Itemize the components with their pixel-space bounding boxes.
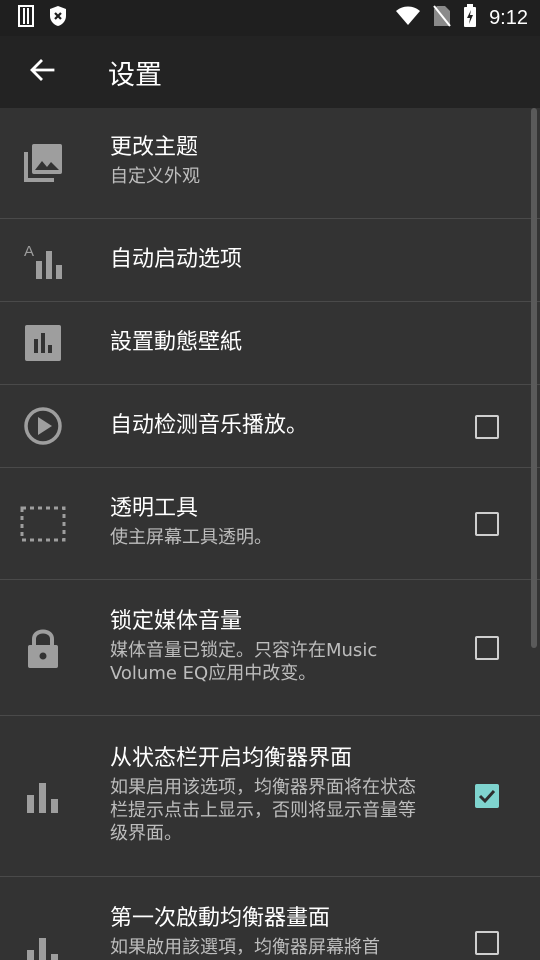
- setting-subtitle: 使主屏幕工具透明。: [110, 527, 272, 548]
- page-title: 设置: [108, 59, 162, 91]
- scrollbar[interactable]: [531, 108, 537, 648]
- bar-chart-icon: [20, 320, 66, 366]
- photo-library-icon: [20, 140, 66, 186]
- auto-detect-music-checkbox[interactable]: [475, 415, 499, 439]
- setting-auto-detect-music[interactable]: 自动检测音乐播放。: [0, 385, 540, 468]
- setting-title: 第一次啟動均衡器畫面: [110, 906, 331, 931]
- svg-text:A: A: [24, 243, 34, 260]
- back-button[interactable]: [22, 52, 62, 92]
- settings-list: 更改主题 自定义外观 A 自动启动选项 設置動態壁紙 自动检测音乐播放。 透明工…: [0, 108, 540, 960]
- setting-title: 設置動態壁紙: [110, 330, 243, 355]
- first-launch-equalizer-checkbox[interactable]: [475, 931, 499, 955]
- shield-icon: [48, 5, 68, 31]
- lock-icon: [20, 625, 66, 671]
- transparent-widget-checkbox[interactable]: [475, 512, 499, 536]
- setting-title: 自动检测音乐播放。: [110, 413, 309, 438]
- status-bar: 9:12: [0, 0, 540, 36]
- setting-title: 从状态栏开启均衡器界面: [110, 746, 353, 771]
- setting-title: 自动启动选项: [110, 247, 243, 272]
- setting-transparent-widget[interactable]: 透明工具 使主屏幕工具透明。: [0, 468, 540, 580]
- dashed-rectangle-icon: [20, 501, 66, 547]
- play-circle-icon: [20, 403, 66, 449]
- equalizer-icon: [20, 929, 66, 960]
- no-sim-icon: [433, 5, 451, 31]
- setting-title: 透明工具: [110, 496, 199, 521]
- setting-subtitle: 自定义外观: [110, 166, 200, 187]
- setting-title: 更改主题: [110, 135, 199, 160]
- open-equalizer-checkbox[interactable]: [475, 784, 499, 808]
- setting-first-launch-equalizer[interactable]: 第一次啟動均衡器畫面 如果啟用該選項，均衡器屏幕將首: [0, 877, 540, 960]
- setting-subtitle: 如果启用该选项，均衡器界面将在状态栏提示点击上显示，否则将显示音量等级界面。: [110, 777, 416, 844]
- status-time: 9:12: [489, 6, 528, 29]
- app-bar: 设置: [0, 36, 540, 108]
- setting-live-wallpaper[interactable]: 設置動態壁紙: [0, 302, 540, 385]
- setting-title: 锁定媒体音量: [110, 609, 243, 634]
- arrow-back-icon: [29, 58, 55, 86]
- battery-charging-icon: [463, 4, 477, 32]
- auto-equalizer-icon: A: [20, 237, 66, 283]
- equalizer-icon: [20, 774, 66, 820]
- setting-open-equalizer-from-statusbar[interactable]: 从状态栏开启均衡器界面 如果启用该选项，均衡器界面将在状态栏提示点击上显示，否则…: [0, 716, 540, 877]
- setting-auto-start[interactable]: A 自动启动选项: [0, 219, 540, 302]
- setting-lock-media-volume[interactable]: 锁定媒体音量 媒体音量已锁定。只容许在Music Volume EQ应用中改变。: [0, 580, 540, 716]
- setting-subtitle: 如果啟用該選項，均衡器屏幕將首: [110, 937, 380, 958]
- sim-icon: [18, 5, 34, 31]
- setting-change-theme[interactable]: 更改主题 自定义外观: [0, 108, 540, 219]
- lock-media-volume-checkbox[interactable]: [475, 636, 499, 660]
- wifi-icon: [395, 6, 421, 30]
- setting-subtitle: 媒体音量已锁定。只容许在Music Volume EQ应用中改变。: [110, 640, 378, 684]
